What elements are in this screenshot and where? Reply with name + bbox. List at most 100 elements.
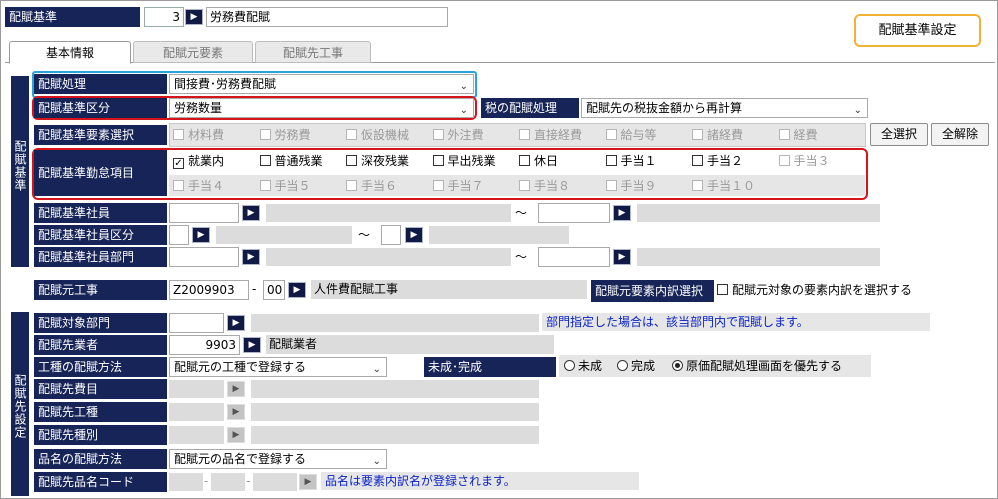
section-label-saki-text: 配賦先設定 [13,374,27,439]
source-work-branch-input[interactable]: 00 [263,280,285,300]
tax-select[interactable]: 配賦先の税抜金額から再計算 ⌄ [581,98,868,118]
employee-tilde: ～ [515,206,528,220]
element-checkbox-6-label: 諸経費 [707,128,744,142]
employee-kubun-to-name [429,226,569,244]
checkbox-icon [692,180,703,191]
employee-dept-from-lookup-button[interactable]: ▶ [242,249,260,265]
employee-dept-to-input[interactable] [538,247,610,267]
employee-kubun-to-lookup-button[interactable]: ▶ [405,227,423,243]
attendance-checkbox-r1-1-label: 普通残業 [274,154,323,168]
attendance-checkbox-r1-5[interactable]: 手当１ [605,151,657,171]
select-all-button[interactable]: 全選択 [870,123,928,146]
saki-koushu-name [251,403,539,421]
attendance-checkbox-r2-4-label: 手当８ [534,179,571,193]
kijun-code-input[interactable]: 3 [144,7,184,27]
attendance-checkbox-r2-3: 手当７ [432,176,484,196]
employee-dept-to-lookup-button[interactable]: ▶ [613,249,631,265]
employee-to-lookup-button[interactable]: ▶ [613,205,631,221]
saki-himoku-lookup-button: ▶ [227,381,245,397]
checkbox-icon [519,129,530,140]
element-checkbox-4-label: 直接経費 [534,128,583,142]
source-work-lookup-button[interactable]: ▶ [288,282,306,298]
target-dept-lookup-button[interactable]: ▶ [227,315,245,331]
employee-to-input[interactable] [538,203,610,223]
attendance-checkbox-r1-1[interactable]: 普通残業 [259,151,323,171]
checkbox-icon [346,155,357,166]
kijun-lookup-button[interactable]: ▶ [185,9,203,25]
koushu-method-value: 配賦元の工種で登録する [174,360,307,374]
saki-shubetsu-label: 配賦先種別 [34,425,167,445]
attendance-checkbox-r2-2: 手当６ [346,176,397,196]
attendance-checkbox-r1-3[interactable]: 早出残業 [432,151,496,171]
employee-from-name [266,204,511,222]
target-dept-input[interactable] [169,313,224,333]
attendance-checkbox-r1-5-label: 手当１ [620,154,657,168]
element-checkbox-4: 直接経費 [519,125,582,145]
element-checkbox-5: 給与等 [605,125,657,145]
hinmei-code-dash1: - [204,474,209,488]
target-dept-name [251,314,539,332]
clear-all-button[interactable]: 全解除 [931,123,989,146]
tax-select-value: 配賦先の税抜金額から再計算 [586,101,743,115]
koushu-method-select[interactable]: 配賦元の工種で登録する ⌄ [169,357,387,377]
employee-from-lookup-button[interactable]: ▶ [242,205,260,221]
header-title-label: 配賦基準 [5,7,140,27]
attendance-checkbox-r1-0-label: 就業内 [188,154,225,168]
hinmei-code-label: 配賦先品名コード [34,472,167,492]
radio-selected-icon [672,360,683,371]
saki-himoku-name [251,380,539,398]
checkbox-icon [173,129,184,140]
checkmark-icon: ✓ [173,158,184,169]
attendance-checkbox-r1-6[interactable]: 手当２ [692,151,743,171]
attendance-checkbox-r1-0[interactable]: ✓ 就業内 [173,151,224,171]
attendance-checkbox-r2-6-label: 手当１０ [707,179,756,193]
method-select[interactable]: 間接費･労務費配賦 ⌄ [169,74,474,94]
attendance-checkbox-r1-3-label: 早出残業 [447,154,496,168]
kijun-name-input[interactable]: 労務費配賦 [206,7,448,27]
method-label: 配賦処理 [34,74,167,94]
status-radio-kansei[interactable]: 完成 [617,356,655,376]
checkbox-icon [173,180,184,191]
hinmei-method-select[interactable]: 配賦元の品名で登録する ⌄ [169,449,387,469]
tab-source-elements[interactable]: 配賦元要素 [133,41,253,63]
koushu-method-label: 工種の配賦方法 [34,357,167,377]
employee-from-input[interactable] [169,203,239,223]
chevron-down-icon: ⌄ [372,364,381,375]
status-radio-priority[interactable]: 原価配賦処理画面を優先する [672,356,842,376]
hinmei-code-part2 [211,473,245,491]
attendance-checkbox-r2-5-label: 手当９ [620,179,657,193]
attendance-checkbox-r1-6-label: 手当２ [707,154,744,168]
chevron-down-icon: ⌄ [853,105,862,116]
checkbox-icon [778,155,790,166]
tab-basic-info[interactable]: 基本情報 [9,41,131,64]
checkbox-icon [692,155,703,166]
tab-target-work[interactable]: 配賦先工事 [255,41,371,63]
employee-dept-from-input[interactable] [169,247,239,267]
checkbox-icon [259,129,271,140]
hinmei-method-label: 品名の配賦方法 [34,449,167,469]
kubun-select[interactable]: 労務数量 ⌄ [169,98,474,118]
element-checkbox-1-label: 労務費 [274,128,311,142]
employee-kubun-to-input[interactable] [381,225,401,245]
checkbox-icon [432,129,444,140]
window: 配賦基準 3 ▶ 労務費配賦 配賦基準設定 基本情報 配賦元要素 配賦先工事 配… [0,0,998,499]
saki-koushu-lookup-button: ▶ [227,404,245,420]
status-radio-mise-label: 未成 [578,359,603,373]
source-detail-checkbox[interactable]: 配賦元対象の要素内訳を選択する [717,280,912,300]
employee-kubun-from-lookup-button[interactable]: ▶ [192,227,210,243]
saki-vendor-lookup-button[interactable]: ▶ [243,337,261,353]
hinmei-code-part1 [169,473,203,491]
saki-koushu-label: 配賦先工種 [34,402,167,422]
checkbox-icon [717,284,728,295]
hinmei-code-lookup-button: ▶ [299,474,317,490]
radio-icon [564,360,575,371]
checkbox-icon [605,180,617,191]
status-radio-mise[interactable]: 未成 [564,356,602,376]
attendance-checkbox-r2-4: 手当８ [519,176,570,196]
attendance-checkbox-r1-2[interactable]: 深夜残業 [346,151,409,171]
kubun-label: 配賦基準区分 [34,98,167,118]
employee-kubun-from-input[interactable] [169,225,189,245]
attendance-checkbox-r1-4[interactable]: 休日 [519,151,558,171]
source-work-code-input[interactable]: Z2009903 [169,280,249,300]
saki-vendor-code-input[interactable]: 9903 [169,335,240,355]
